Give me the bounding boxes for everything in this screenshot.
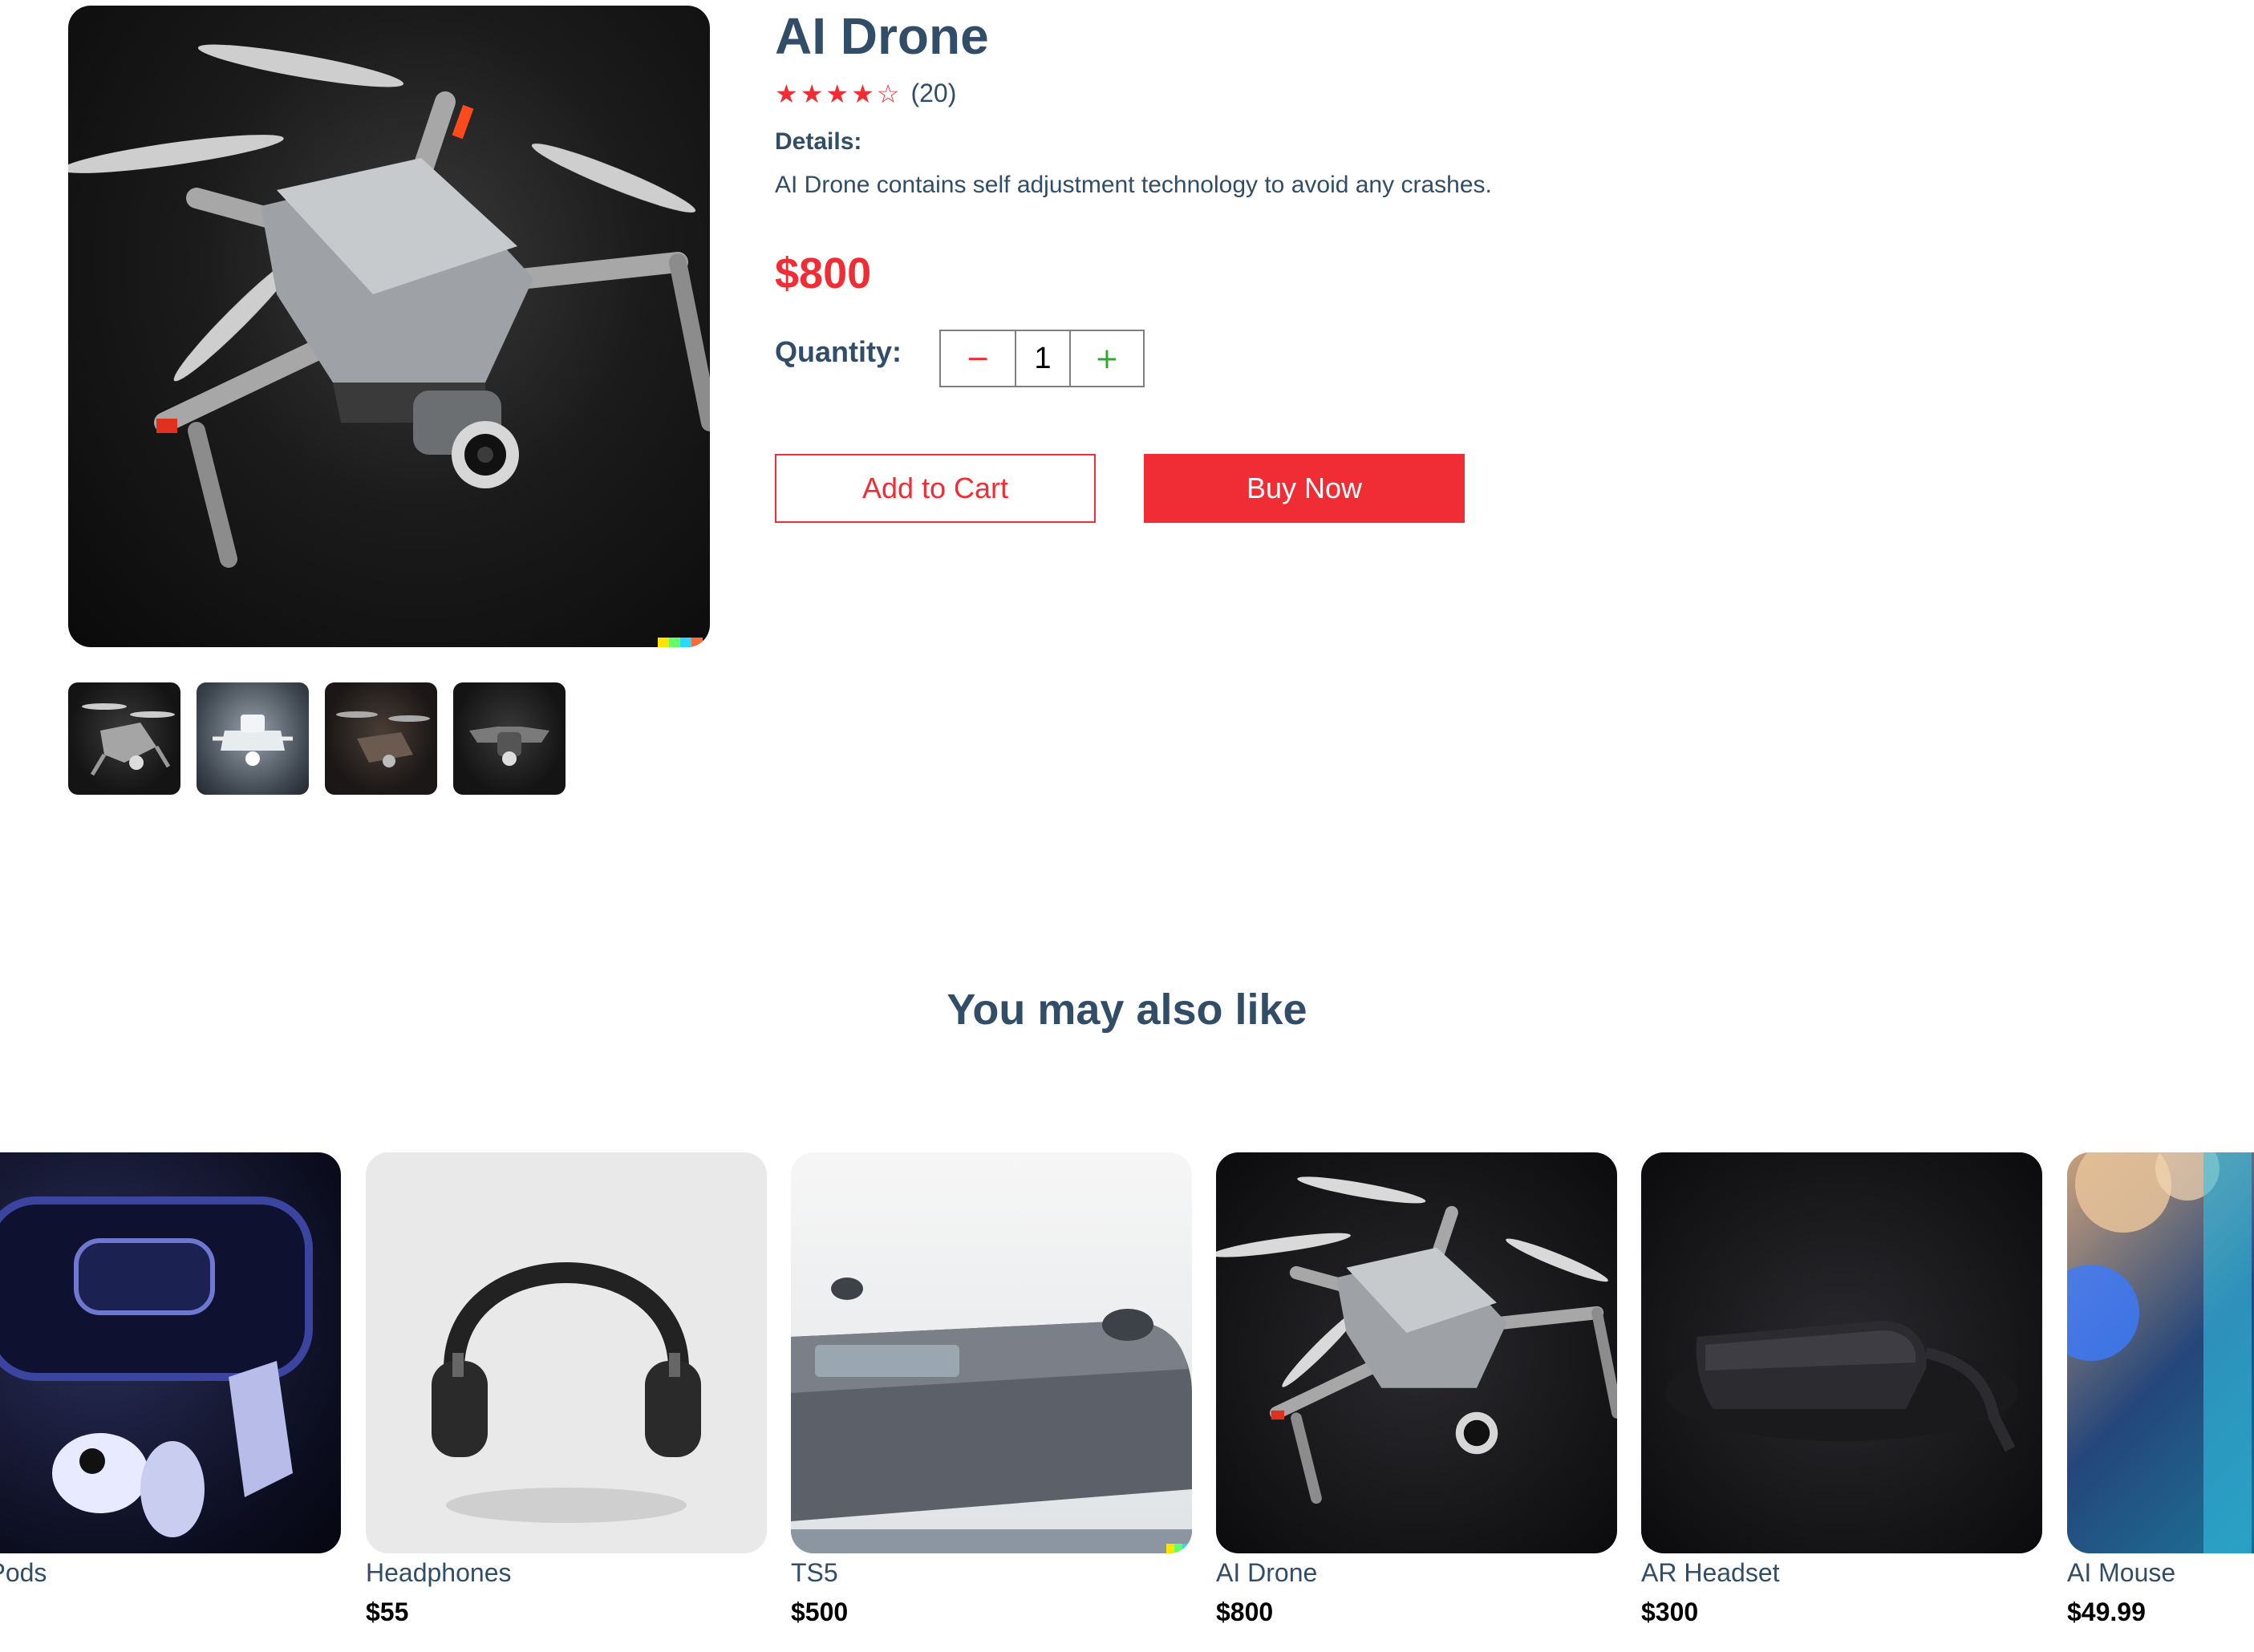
star-icon: ★ — [851, 79, 874, 108]
quantity-label: Quantity: — [775, 335, 902, 368]
thumbnail-1[interactable] — [68, 682, 180, 795]
thumbnail-4[interactable] — [453, 682, 566, 795]
star-icon: ★ — [800, 79, 824, 108]
product-card-image — [366, 1152, 767, 1553]
product-card-name: AI Drone — [1216, 1558, 1318, 1587]
recommendations-carousel: /ind Pods Headphones $55 — [0, 1152, 2254, 1634]
product-title: AI Drone — [775, 7, 989, 65]
product-card-image — [1216, 1152, 1617, 1553]
product-card-price: $800 — [1216, 1597, 1274, 1626]
product-card[interactable]: AI Mouse $49.99 — [2067, 1152, 2254, 1627]
mouse-image — [2067, 1152, 2252, 1553]
quantity-stepper: − 1 + — [939, 330, 1145, 387]
thumbnail-2[interactable] — [197, 682, 309, 795]
product-card-price: $49.99 — [2067, 1597, 2146, 1626]
product-card-name: TS5 — [791, 1558, 838, 1587]
drone-thumbnail-image — [82, 703, 175, 776]
star-outline-icon: ☆ — [876, 79, 900, 108]
headphones-image — [432, 1262, 701, 1523]
thumbnail-3[interactable] — [325, 682, 437, 795]
controller-image — [791, 1277, 1192, 1553]
product-card-name: /ind Pods — [0, 1558, 47, 1587]
drone-image — [1216, 1176, 1617, 1504]
add-to-cart-button[interactable]: Add to Cart — [775, 454, 1096, 523]
product-card-price: $500 — [791, 1597, 849, 1626]
thumbnail-strip — [68, 682, 566, 795]
product-card[interactable]: Headphones $55 — [366, 1152, 767, 1627]
product-card-name: AI Mouse — [2067, 1558, 2176, 1587]
earbuds-image — [0, 1196, 313, 1537]
minus-icon[interactable]: − — [941, 331, 1016, 386]
drone-thumbnail-image — [213, 715, 293, 766]
star-icon: ★ — [775, 79, 798, 108]
buy-now-button[interactable]: Buy Now — [1144, 454, 1465, 523]
product-price: $800 — [775, 249, 872, 298]
drone-thumbnail-image — [469, 727, 549, 766]
product-card-image — [1641, 1152, 2042, 1553]
product-card-image — [0, 1152, 341, 1553]
product-card-price: $300 — [1641, 1597, 1699, 1626]
plus-icon[interactable]: + — [1071, 331, 1143, 386]
product-card[interactable]: AI Drone $800 — [1216, 1152, 1617, 1627]
product-card-name: AR Headset — [1641, 1558, 1780, 1587]
product-card-price: $55 — [366, 1597, 409, 1626]
details-heading: Details: — [775, 128, 862, 155]
drone-image — [68, 44, 710, 647]
product-card-image — [2067, 1152, 2254, 1553]
headset-image — [1665, 1321, 2018, 1452]
product-description: AI Drone contains self adjustment techno… — [775, 172, 1492, 198]
product-card-name: Headphones — [366, 1558, 512, 1587]
product-card[interactable]: AR Headset $300 — [1641, 1152, 2042, 1627]
main-product-image — [68, 6, 710, 647]
product-card[interactable]: TS5 $500 — [791, 1152, 1192, 1627]
product-card-image — [791, 1152, 1192, 1553]
drone-thumbnail-image — [336, 711, 430, 767]
review-count: (20) — [910, 79, 957, 107]
recommendations-heading: You may also like — [947, 986, 1307, 1034]
product-rating: ★ ★ ★ ★ ☆ (20) — [775, 79, 956, 108]
star-icon: ★ — [825, 79, 849, 108]
quantity-value: 1 — [1016, 331, 1071, 386]
star-rating: ★ ★ ★ ★ ☆ — [775, 81, 899, 107]
product-card[interactable]: /ind Pods — [0, 1152, 341, 1597]
